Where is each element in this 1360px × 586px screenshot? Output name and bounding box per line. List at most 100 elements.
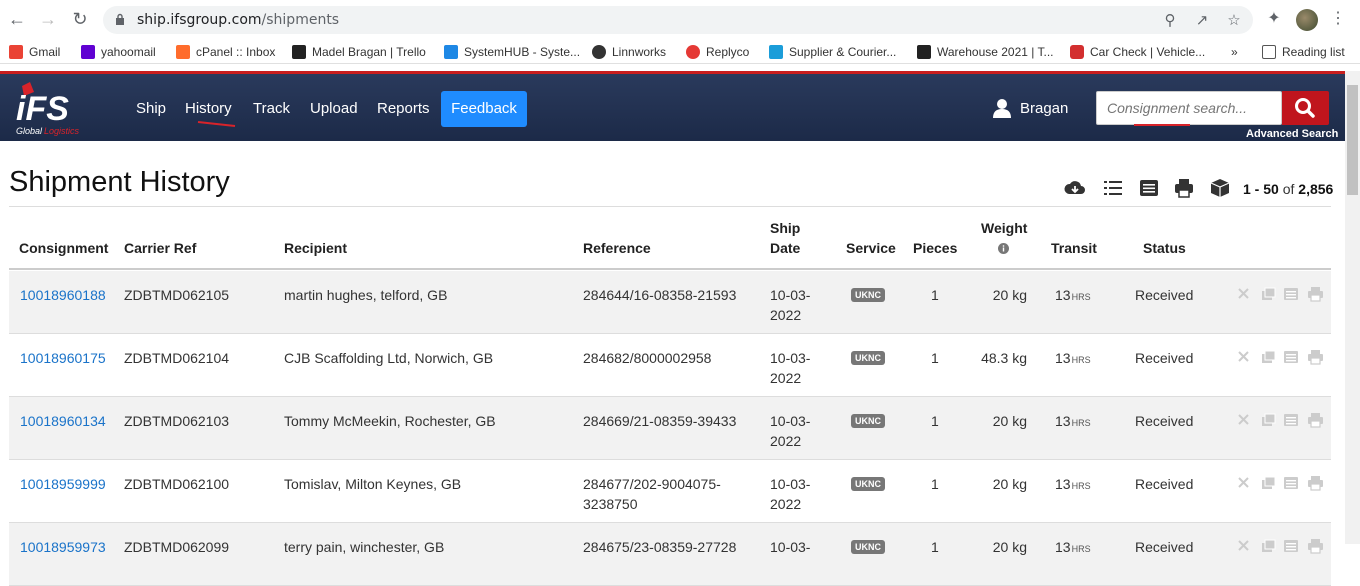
cloud-download-icon[interactable] [1064,178,1086,198]
col-reference[interactable]: Reference [583,240,651,256]
bookmark-gmail[interactable]: Gmail [9,44,60,60]
print-label-icon[interactable] [1308,287,1323,302]
cancel-x-icon[interactable] [1238,351,1249,362]
carrier-ref: ZDBTMD062099 [124,539,230,555]
nav-ship[interactable]: Ship [136,100,166,117]
cancel-x-icon[interactable] [1238,477,1249,488]
consignment-link[interactable]: 10018959973 [20,537,106,557]
ship-date-line2: 2022 [770,307,802,323]
copy-icon[interactable] [1262,287,1276,300]
transit: 13HRS [1055,537,1091,559]
table-row[interactable]: 10018960188 ZDBTMD062105 martin hughes, te… [9,271,1331,334]
consignment-link[interactable]: 10018960188 [20,285,106,305]
advanced-search-link[interactable]: Advanced Search [1246,128,1338,140]
numbered-list-icon[interactable] [1102,178,1124,198]
col-weight[interactable]: Weight [981,220,1027,236]
search-button[interactable] [1282,91,1329,125]
details-list-icon[interactable] [1284,288,1298,300]
ship-date: 10-03- 2022 [770,474,810,514]
reading-list-button[interactable]: Reading list [1262,44,1345,60]
bookmark-warehouse[interactable]: Warehouse 2021 | T... [917,44,1054,60]
col-ship-date-line1[interactable]: Ship [770,220,800,236]
address-bar[interactable]: ship.ifsgroup.com/shipments ⚲ ↗ ☆ [103,6,1253,34]
details-list-icon[interactable] [1284,351,1298,363]
package-box-icon[interactable] [1209,178,1231,198]
details-list-icon[interactable] [1284,477,1298,489]
systemhub-icon [444,45,458,59]
list-table-icon[interactable] [1138,178,1160,198]
col-pieces[interactable]: Pieces [913,240,957,256]
forward-arrow-icon[interactable]: → [37,8,59,30]
table-header: Consignment Carrier Ref Recipient Refere… [9,207,1331,270]
bookmark-replyco[interactable]: Replyco [686,44,749,60]
service-badge: UKNC [851,540,885,554]
details-list-icon[interactable] [1284,414,1298,426]
cancel-x-icon[interactable] [1238,288,1249,299]
star-icon[interactable]: ☆ [1225,12,1243,30]
consignment-search-input[interactable] [1097,92,1281,124]
ship-date-line2: 2022 [770,370,802,386]
zoom-icon[interactable]: ⚲ [1161,12,1179,30]
nav-track[interactable]: Track [253,100,290,117]
user-icon [993,99,1011,118]
transit-unit: HRS [1071,292,1091,302]
col-consignment[interactable]: Consignment [19,240,108,256]
nav-upload[interactable]: Upload [310,100,358,117]
pieces: 1 [931,476,939,492]
copy-icon[interactable] [1262,539,1276,552]
consignment-search-field[interactable] [1096,91,1282,125]
copy-icon[interactable] [1262,476,1276,489]
consignment-link[interactable]: 10018959999 [20,474,106,494]
user-menu[interactable]: Bragan [992,98,1068,118]
more-bookmarks-button[interactable]: » [1231,44,1238,60]
table-row[interactable]: 10018959999 ZDBTMD062100 Tomislav, Milton … [9,460,1331,523]
ifs-logo[interactable]: iFS Global Logistics [12,82,96,136]
scrollbar-thumb[interactable] [1347,85,1358,195]
col-status[interactable]: Status [1143,240,1186,256]
row-actions [1238,539,1323,554]
back-arrow-icon[interactable]: ← [6,8,28,30]
copy-icon[interactable] [1262,350,1276,363]
cancel-x-icon[interactable] [1238,540,1249,551]
nav-history[interactable]: History [185,100,232,117]
info-icon[interactable] [998,243,1009,254]
cancel-x-icon[interactable] [1238,414,1249,425]
share-icon[interactable]: ↗ [1193,12,1211,30]
reference-line1: 284669/21-08359-39433 [583,413,737,429]
reference-line1: 284644/16-08358-21593 [583,287,737,303]
details-list-icon[interactable] [1284,540,1298,552]
bookmark-supplier[interactable]: Supplier & Courier... [769,44,896,60]
transit-value: 13 [1055,350,1071,366]
status: Received [1135,287,1194,303]
print-label-icon[interactable] [1308,350,1323,365]
copy-icon[interactable] [1262,413,1276,426]
consignment-link[interactable]: 10018960134 [20,411,106,431]
bookmark-linnworks[interactable]: Linnworks [592,44,666,60]
print-label-icon[interactable] [1308,539,1323,554]
profile-avatar[interactable] [1296,9,1318,31]
chrome-menu-icon[interactable]: ⋮ [1327,8,1349,30]
page-scrollbar[interactable] [1345,71,1360,544]
bookmark-systemhub[interactable]: SystemHUB - Syste... [444,44,580,60]
extensions-puzzle-icon[interactable]: ✦ [1263,8,1285,30]
print-label-icon[interactable] [1308,413,1323,428]
bookmark-trello[interactable]: Madel Bragan | Trello [292,44,426,60]
table-row[interactable]: 10018960175 ZDBTMD062104 CJB Scaffolding L… [9,334,1331,397]
consignment-link[interactable]: 10018960175 [20,348,106,368]
table-row[interactable]: 10018960134 ZDBTMD062103 Tommy McMeekin, R… [9,397,1331,460]
printer-icon[interactable] [1173,178,1195,198]
bookmark-carcheck[interactable]: Car Check | Vehicle... [1070,44,1205,60]
col-service[interactable]: Service [846,240,896,256]
print-label-icon[interactable] [1308,476,1323,491]
bookmark-cpanel[interactable]: cPanel :: Inbox [176,44,275,60]
table-row[interactable]: 10018959973 ZDBTMD062099 terry pain, winch… [9,523,1331,586]
feedback-button[interactable]: Feedback [441,91,527,127]
col-ship-date-line2[interactable]: Date [770,240,800,256]
col-recipient[interactable]: Recipient [284,240,347,256]
col-transit[interactable]: Transit [1051,240,1097,256]
warehouse-icon [917,45,931,59]
nav-reports[interactable]: Reports [377,100,430,117]
bookmark-yahoomail[interactable]: yahoomail [81,44,156,60]
reload-icon[interactable]: ↻ [69,8,91,30]
col-carrier-ref[interactable]: Carrier Ref [124,240,196,256]
